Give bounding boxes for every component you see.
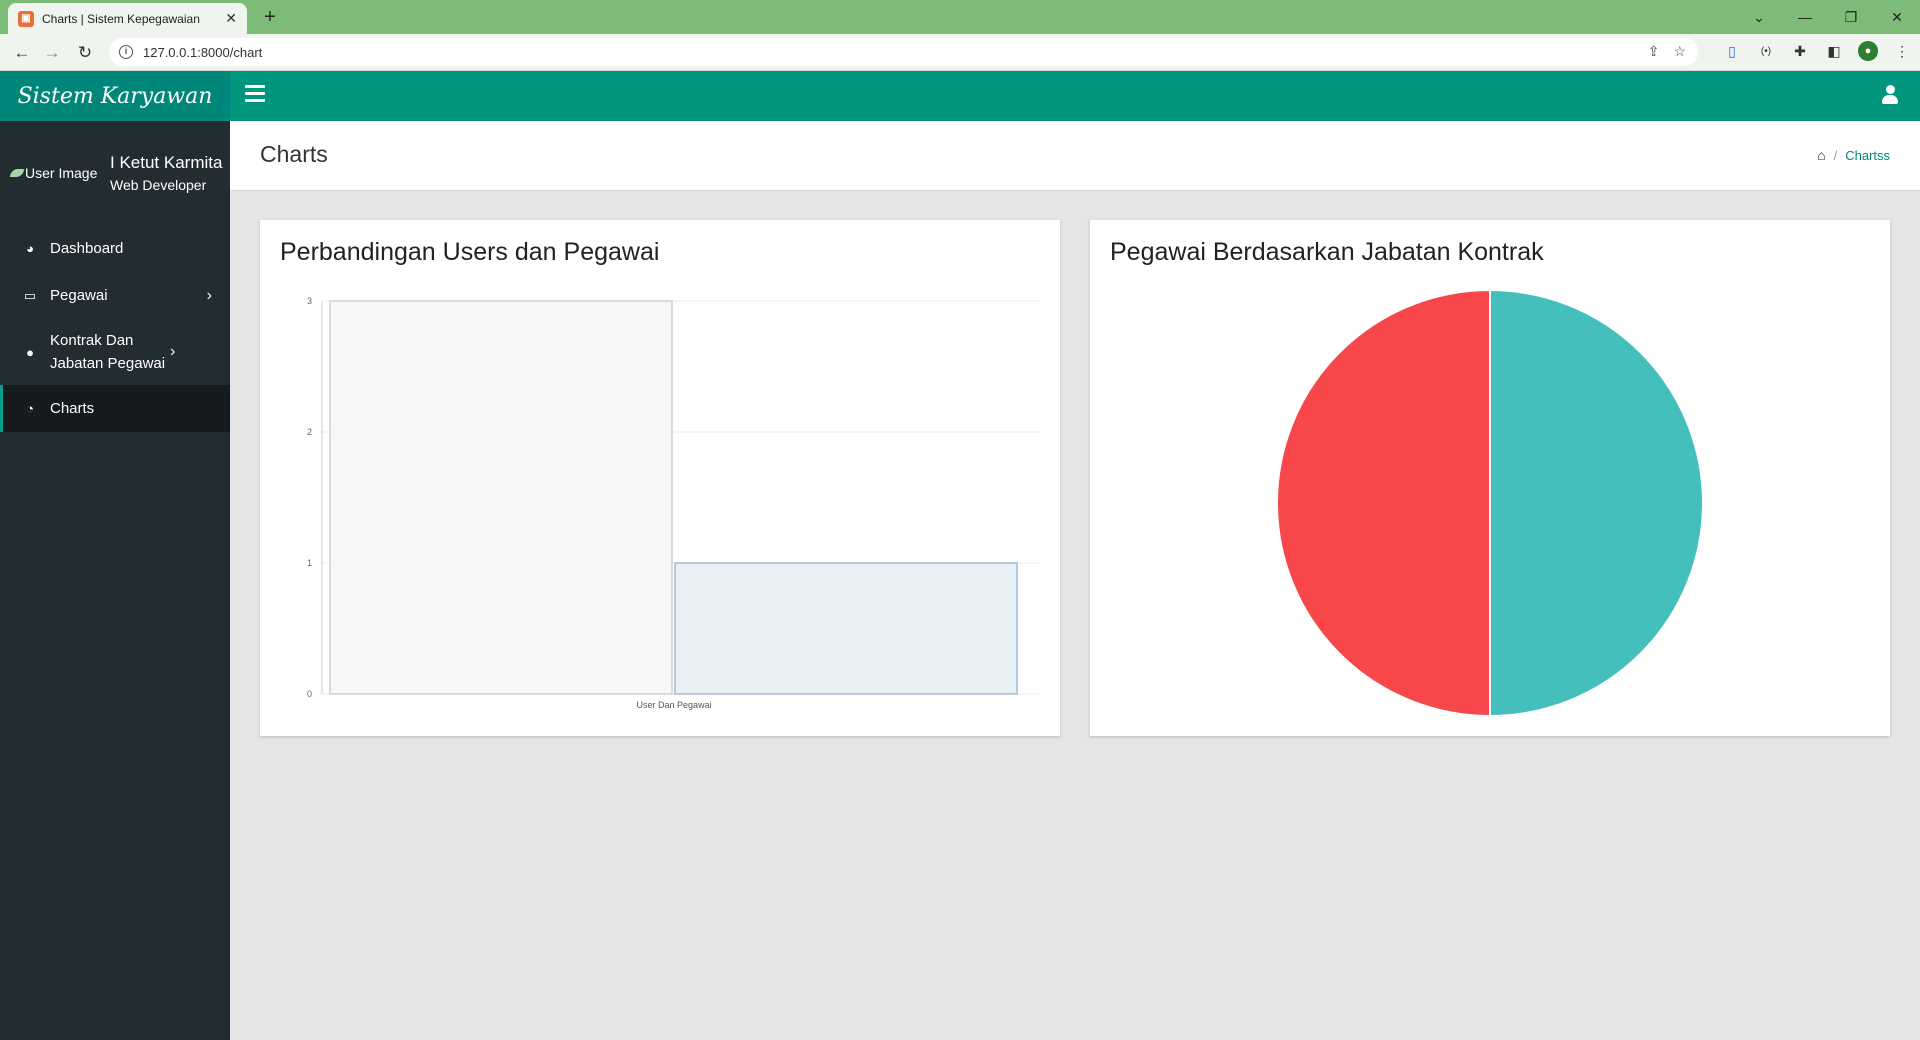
bar — [329, 300, 673, 695]
x-category-label: User Dan Pegawai — [636, 700, 711, 710]
extensions-puzzle-icon[interactable]: ✚ — [1790, 41, 1810, 61]
dashboard-icon: ◕ — [26, 241, 34, 256]
profile-avatar-icon[interactable]: ● — [1858, 41, 1878, 61]
sidebar-item-label: Charts — [50, 400, 95, 417]
brand-logo[interactable]: Sistem Karyawan — [0, 71, 230, 121]
extension-icon[interactable]: (•) — [1756, 41, 1776, 61]
bar — [674, 562, 1018, 695]
breadcrumb-separator: / — [1833, 147, 1838, 163]
back-button[interactable]: ← — [10, 41, 34, 65]
sidebar-item-pegawai[interactable]: ▭ Pegawai › — [0, 272, 230, 319]
favicon-icon: ▣ — [18, 10, 34, 27]
y-tick-label: 3 — [307, 296, 312, 306]
tab-title: Charts | Sistem Kepegawaian — [42, 11, 200, 26]
user-image-alt: User Image — [25, 165, 98, 181]
breadcrumb-current[interactable]: Chartss — [1845, 148, 1890, 163]
browser-menu-icon[interactable]: ⋮ — [1892, 41, 1912, 61]
new-tab-button[interactable]: + — [258, 5, 282, 29]
y-tick-label: 1 — [307, 558, 312, 568]
pie-chart — [1276, 288, 1704, 718]
user-name: I Ketut Karmita — [110, 153, 223, 172]
chevron-right-icon: › — [170, 343, 176, 360]
chevron-right-icon: › — [206, 286, 212, 304]
sidebar-item-label: Kontrak Dan Jabatan Pegawai — [50, 332, 166, 372]
minimize-button[interactable]: — — [1782, 0, 1828, 34]
user-account-icon[interactable] — [1882, 85, 1898, 105]
extension-icon[interactable]: ▯ — [1722, 41, 1742, 61]
laptop-icon: ▭ — [23, 287, 37, 303]
sidebar-item-dashboard[interactable]: ◕ Dashboard — [0, 225, 230, 272]
broken-image-icon — [10, 169, 24, 177]
content-header: Charts ⌂ / Chartss — [230, 121, 1920, 191]
site-info-icon[interactable]: i — [119, 45, 133, 59]
window-controls: ⌄ — ❐ ✕ — [1736, 0, 1920, 34]
user-role: Web Developer — [110, 177, 207, 193]
sidebar: Sistem Karyawan User Image I Ketut Karmi… — [0, 71, 230, 1040]
user-image: User Image — [10, 165, 110, 181]
app: Sistem Karyawan User Image I Ketut Karmi… — [0, 71, 1920, 1040]
side-panel-icon[interactable]: ◧ — [1824, 41, 1844, 61]
y-tick-label: 0 — [307, 689, 312, 699]
user-icon: ● — [26, 344, 34, 360]
breadcrumb: ⌂ / Chartss — [1817, 147, 1890, 163]
url-text: 127.0.0.1:8000/chart — [143, 44, 263, 60]
tab-search-icon[interactable]: ⌄ — [1736, 0, 1782, 34]
home-icon[interactable]: ⌂ — [1817, 147, 1825, 163]
close-window-button[interactable]: ✕ — [1874, 0, 1920, 34]
sidebar-item-kontrak-jabatan[interactable]: ● Kontrak Dan Jabatan Pegawai › — [0, 319, 230, 385]
share-icon[interactable]: ⇪ — [1648, 43, 1660, 60]
hamburger-menu-icon[interactable] — [245, 85, 265, 106]
sidebar-item-label: Pegawai — [50, 287, 108, 304]
bar-chart: 0 1 2 3 User Dan Pegawai — [307, 296, 1040, 710]
restore-button[interactable]: ❐ — [1828, 0, 1874, 34]
address-bar[interactable]: i 127.0.0.1:8000/chart ⇪ ☆ — [109, 38, 1698, 66]
user-panel: User Image I Ketut Karmita Web Developer — [0, 121, 230, 225]
chart-card-users-pegawai: Perbandingan Users dan Pegawai 0 1 2 3 User … — [260, 220, 1060, 736]
browser-toolbar: ← → ↻ i 127.0.0.1:8000/chart ⇪ ☆ ▯ (•) ✚… — [0, 34, 1920, 71]
y-tick-label: 2 — [307, 427, 312, 437]
pie-slice — [1489, 288, 1704, 718]
page-title: Charts — [260, 141, 328, 167]
tab-close-icon[interactable]: ✕ — [225, 10, 237, 27]
sidebar-item-charts[interactable]: ◔ Charts — [0, 385, 230, 432]
top-navbar — [230, 71, 1920, 121]
pie-slice — [1276, 288, 1491, 718]
chart-card-jabatan-kontrak: Pegawai Berdasarkan Jabatan Kontrak — [1090, 220, 1890, 736]
bookmark-star-icon[interactable]: ☆ — [1673, 43, 1686, 60]
sidebar-menu: ◕ Dashboard ▭ Pegawai › ● Kontrak Dan Ja… — [0, 225, 230, 432]
browser-tab[interactable]: ▣ Charts | Sistem Kepegawaian ✕ — [8, 3, 247, 34]
sidebar-item-label: Dashboard — [50, 240, 124, 257]
forward-button[interactable]: → — [40, 41, 64, 65]
browser-tab-bar: ▣ Charts | Sistem Kepegawaian ✕ + ⌄ — ❐ … — [0, 0, 1920, 34]
reload-button[interactable]: ↻ — [73, 41, 97, 65]
pie-chart-icon: ◔ — [26, 401, 34, 416]
